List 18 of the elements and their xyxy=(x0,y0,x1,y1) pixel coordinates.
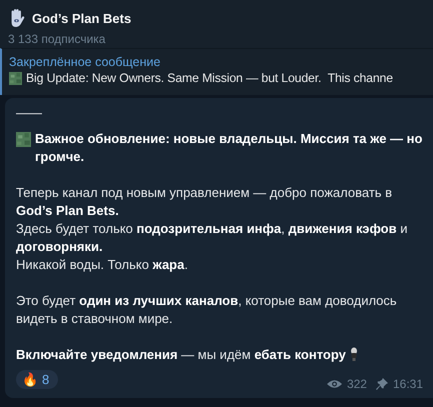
message-text: Здесь будет только подозрительная инфа, движения кэфов и договорняки. xyxy=(16,221,408,254)
separator-text: —— xyxy=(16,105,42,120)
pinned-label: Закреплённое сообщение xyxy=(9,55,162,69)
view-count: 322 xyxy=(346,376,367,393)
message-text: Это будет один из лучших каналов, которые вам доводилось видеть в ставочном мире. xyxy=(16,293,397,326)
message-text: Включайте уведомления — мы идём ебать контору xyxy=(16,347,346,362)
message-text: Никакой воды. Только жара. xyxy=(16,257,188,272)
eye-icon xyxy=(326,379,342,389)
pinned-message-bar[interactable]: Закреплённое сообщение Big Update: New Owners. Same Mission — but Louder. This channe xyxy=(0,48,433,95)
message-text: Важное обновление: новые владельцы. Миссия та же — но громче. xyxy=(35,130,423,166)
pinned-text: Big Update: New Owners. Same Mission — but Louder. This channe xyxy=(26,71,393,85)
message-time: 16:31 xyxy=(392,376,423,393)
subscriber-count: 3 133 подписчика xyxy=(8,32,106,46)
figure-icon xyxy=(350,347,358,361)
reaction-button[interactable]: 🔥 8 xyxy=(16,370,58,389)
pin-icon xyxy=(376,378,388,390)
message-text: Теперь канал под новым управлением — добро пожаловать в God’s Plan Bets. xyxy=(16,185,392,218)
channel-title: God’s Plan Bets xyxy=(32,10,132,26)
